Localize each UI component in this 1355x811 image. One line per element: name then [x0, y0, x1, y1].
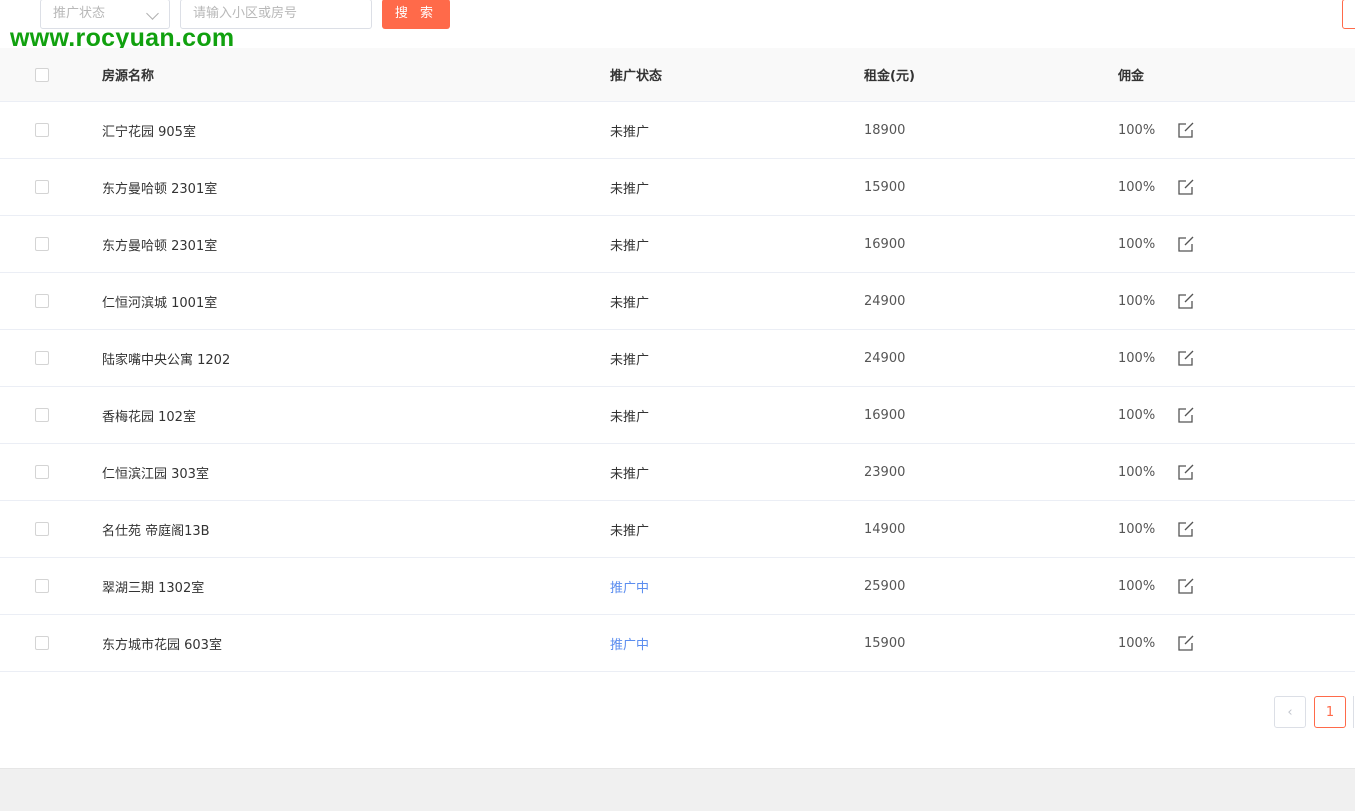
row-rent: 24900: [864, 293, 906, 309]
search-input-placeholder: 请输入小区或房号: [193, 6, 298, 21]
table-row: 汇宁花园 905室 未推广 18900 100%: [0, 102, 1355, 159]
row-name: 陆家嘴中央公寓 1202: [102, 352, 231, 368]
header-status[interactable]: 推广状态: [610, 48, 662, 101]
status-select-placeholder: 推广状态: [53, 6, 106, 21]
row-checkbox[interactable]: [35, 465, 49, 479]
edit-icon[interactable]: [1177, 615, 1195, 671]
row-status: 未推广: [610, 352, 650, 368]
row-status: 未推广: [610, 238, 650, 254]
row-checkbox-cell: [35, 216, 49, 272]
row-status: 未推广: [610, 409, 650, 425]
row-rent: 16900: [864, 236, 906, 252]
row-status[interactable]: 推广中: [610, 615, 649, 671]
row-checkbox[interactable]: [35, 123, 49, 137]
row-commission: 100%: [1118, 521, 1156, 537]
row-rent: 15900: [864, 179, 906, 195]
row-status: 未推广: [610, 295, 650, 311]
search-button[interactable]: 搜 索: [382, 0, 450, 29]
edit-icon[interactable]: [1177, 273, 1195, 329]
pagination-page-1[interactable]: 1: [1314, 696, 1346, 728]
table-row: 香梅花园 102室 未推广 16900 100%: [0, 387, 1355, 444]
table-row: 翠湖三期 1302室 推广中 25900 100%: [0, 558, 1355, 615]
row-name: 香梅花园 102室: [102, 409, 196, 425]
row-commission: 100%: [1118, 350, 1156, 366]
row-status: 未推广: [610, 466, 650, 482]
row-name: 仁恒滨江园 303室: [102, 466, 209, 482]
select-all-checkbox[interactable]: [35, 67, 49, 82]
select-all-cell: [35, 48, 49, 101]
edit-icon[interactable]: [1177, 330, 1195, 386]
row-name: 仁恒河滨城 1001室: [102, 295, 218, 311]
row-rent: 23900: [864, 464, 906, 480]
row-commission: 100%: [1118, 236, 1156, 252]
row-rent: 16900: [864, 407, 906, 423]
row-checkbox-cell: [35, 159, 49, 215]
header-commission[interactable]: 佣金: [1118, 48, 1144, 101]
header-rent[interactable]: 租金(元): [864, 48, 915, 101]
row-checkbox-cell: [35, 330, 49, 386]
row-checkbox[interactable]: [35, 351, 49, 365]
row-rent: 24900: [864, 350, 906, 366]
table-row: 仁恒河滨城 1001室 未推广 24900 100%: [0, 273, 1355, 330]
row-checkbox-cell: [35, 102, 49, 158]
row-checkbox-cell: [35, 387, 49, 443]
row-checkbox[interactable]: [35, 408, 49, 422]
table-row: 东方城市花园 603室 推广中 15900 100%: [0, 615, 1355, 672]
edit-icon[interactable]: [1177, 501, 1195, 557]
row-checkbox[interactable]: [35, 180, 49, 194]
edit-icon[interactable]: [1177, 444, 1195, 500]
row-commission: 100%: [1118, 635, 1156, 651]
row-name: 翠湖三期 1302室: [102, 580, 205, 596]
row-commission: 100%: [1118, 578, 1156, 594]
table-row: 名仕苑 帝庭阁13B 未推广 14900 100%: [0, 501, 1355, 558]
edit-icon[interactable]: [1177, 102, 1195, 158]
row-status: 未推广: [610, 124, 650, 140]
row-checkbox-cell: [35, 558, 49, 614]
row-checkbox-cell: [35, 273, 49, 329]
row-checkbox[interactable]: [35, 579, 49, 593]
row-name: 汇宁花园 905室: [102, 124, 196, 140]
row-status[interactable]: 推广中: [610, 558, 649, 614]
edit-icon[interactable]: [1177, 558, 1195, 614]
footer-bar: [0, 768, 1355, 811]
row-rent: 14900: [864, 521, 906, 537]
table-row: 仁恒滨江园 303室 未推广 23900 100%: [0, 444, 1355, 501]
row-name: 东方曼哈顿 2301室: [102, 181, 218, 197]
row-commission: 100%: [1118, 179, 1156, 195]
chevron-down-icon: [146, 7, 159, 20]
row-checkbox[interactable]: [35, 636, 49, 650]
table-row: 东方曼哈顿 2301室 未推广 15900 100%: [0, 159, 1355, 216]
row-checkbox[interactable]: [35, 294, 49, 308]
row-rent: 25900: [864, 578, 906, 594]
row-commission: 100%: [1118, 464, 1156, 480]
row-checkbox-cell: [35, 501, 49, 557]
edit-icon[interactable]: [1177, 387, 1195, 443]
row-checkbox-cell: [35, 444, 49, 500]
row-rent: 15900: [864, 635, 906, 651]
row-commission: 100%: [1118, 293, 1156, 309]
top-right-button[interactable]: [1342, 0, 1355, 29]
listings-table: 房源名称 推广状态 租金(元) 佣金 汇宁花园 905室 未推广 18900 1…: [0, 48, 1355, 672]
row-status: 未推广: [610, 181, 650, 197]
chevron-left-icon[interactable]: ‹: [1274, 696, 1306, 728]
row-checkbox[interactable]: [35, 237, 49, 251]
row-name: 东方曼哈顿 2301室: [102, 238, 218, 254]
row-checkbox[interactable]: [35, 522, 49, 536]
edit-icon[interactable]: [1177, 216, 1195, 272]
table-row: 东方曼哈顿 2301室 未推广 16900 100%: [0, 216, 1355, 273]
row-commission: 100%: [1118, 122, 1156, 138]
table-row: 陆家嘴中央公寓 1202 未推广 24900 100%: [0, 330, 1355, 387]
table-header: 房源名称 推广状态 租金(元) 佣金: [0, 48, 1355, 102]
row-status: 未推广: [610, 523, 650, 539]
edit-icon[interactable]: [1177, 159, 1195, 215]
row-name: 名仕苑 帝庭阁13B: [102, 523, 210, 539]
row-name: 东方城市花园 603室: [102, 637, 222, 653]
row-checkbox-cell: [35, 615, 49, 671]
row-commission: 100%: [1118, 407, 1156, 423]
row-rent: 18900: [864, 122, 906, 138]
header-name[interactable]: 房源名称: [102, 48, 154, 101]
